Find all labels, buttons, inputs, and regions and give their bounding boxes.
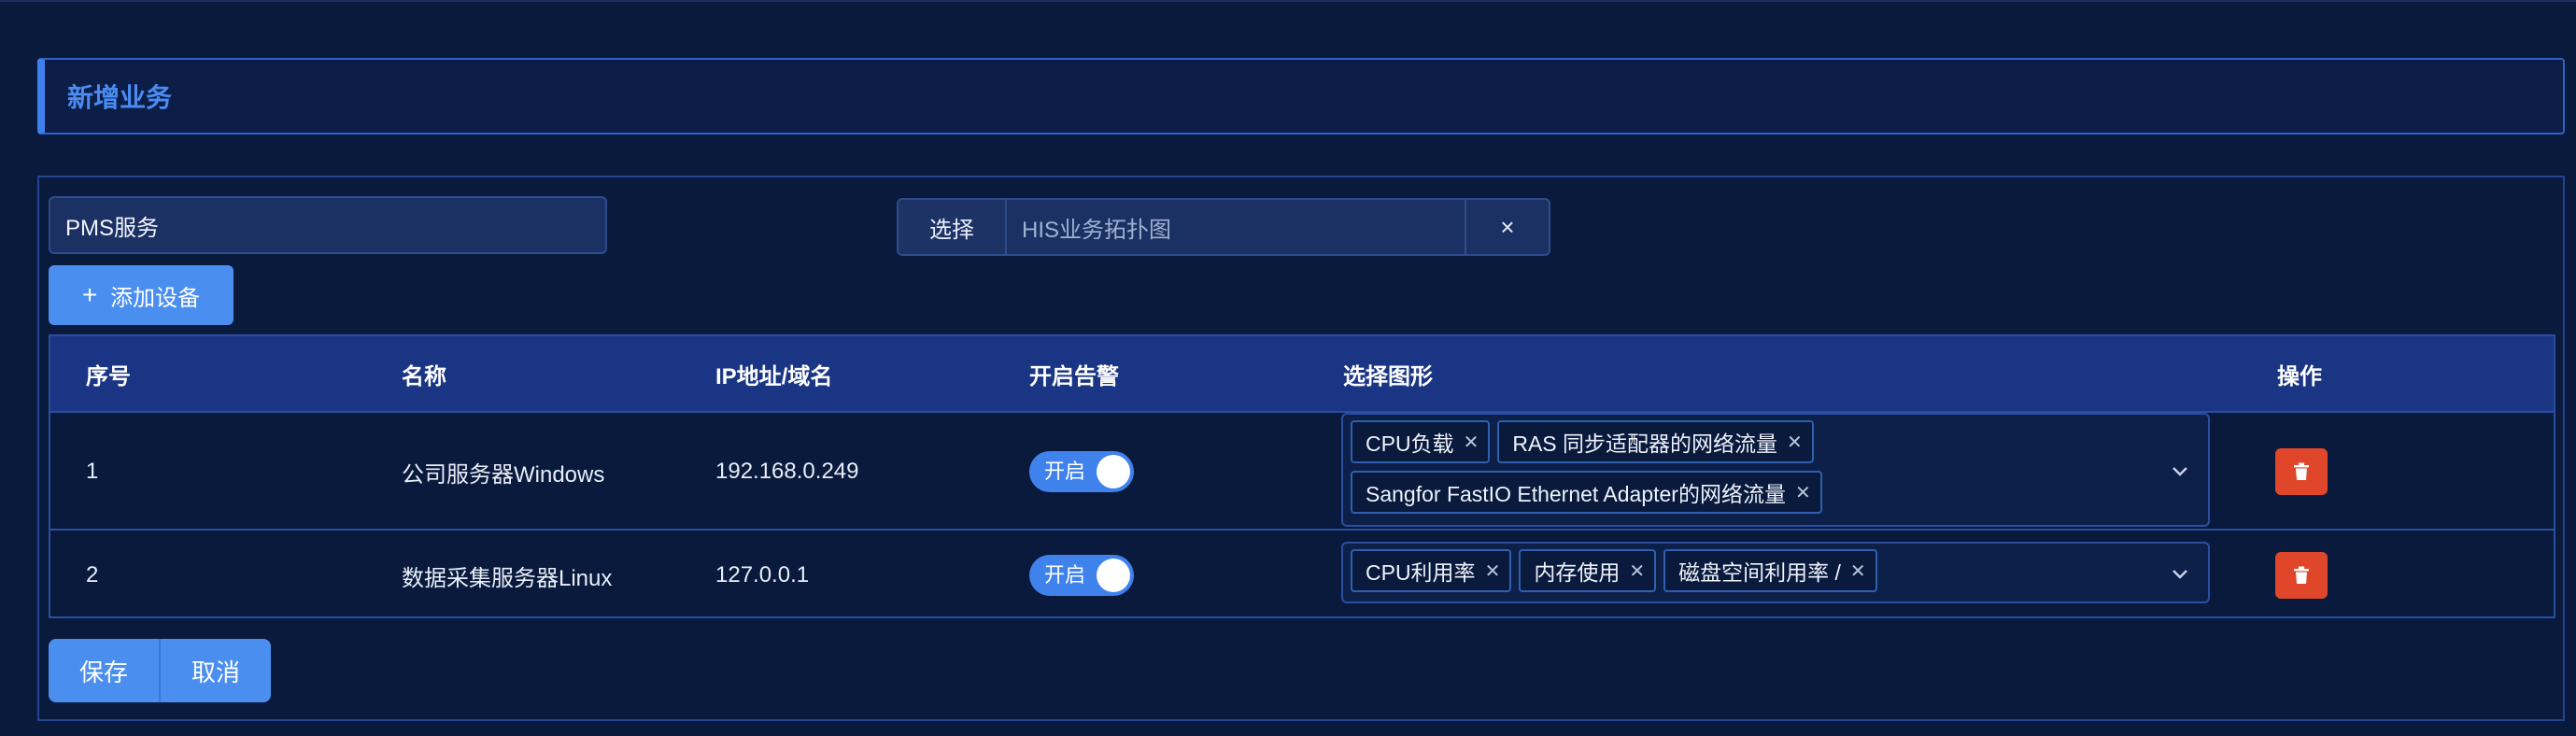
device-table: 序号 名称 IP地址/域名 开启告警 选择图形 操作 1 公司服务器Window… bbox=[49, 334, 2555, 618]
row-name: 公司服务器Windows bbox=[402, 461, 605, 488]
row-ip: 127.0.0.1 bbox=[715, 562, 810, 587]
column-header-alarm: 开启告警 bbox=[1029, 363, 1119, 389]
tag-remove-icon[interactable]: ✕ bbox=[1795, 481, 1811, 504]
graph-tag-label: Sangfor FastIO Ethernet Adapter的网络流量 bbox=[1366, 482, 1786, 506]
topology-picker: 选择 HIS业务拓扑图 × bbox=[897, 198, 1550, 256]
delete-button[interactable] bbox=[2275, 448, 2328, 495]
alarm-switch-knob bbox=[1097, 455, 1130, 488]
row-ip: 192.168.0.249 bbox=[715, 459, 859, 484]
tag-remove-icon[interactable]: ✕ bbox=[1850, 559, 1866, 583]
table-row: 2 数据采集服务器Linux 127.0.0.1 开启 CPU利用率 ✕ 内存使… bbox=[50, 529, 2554, 620]
top-border bbox=[0, 0, 2576, 2]
graph-multiselect[interactable]: CPU负载 ✕ RAS 同步适配器的网络流量 ✕ Sangfor FastIO … bbox=[1341, 413, 2210, 527]
graph-tag: CPU负载 ✕ bbox=[1351, 420, 1491, 463]
column-header-actions: 操作 bbox=[2277, 363, 2322, 389]
graph-tag-label: 磁盘空间利用率 / bbox=[1678, 560, 1841, 585]
topology-value: HIS业务拓扑图 bbox=[1022, 217, 1172, 243]
row-name: 数据采集服务器Linux bbox=[402, 565, 613, 591]
column-header-graphs: 选择图形 bbox=[1343, 363, 1433, 389]
topology-select-button[interactable]: 选择 bbox=[899, 200, 1007, 254]
graph-tag: 磁盘空间利用率 / ✕ bbox=[1663, 549, 1877, 592]
page-title: 新增业务 bbox=[67, 83, 173, 112]
graph-tag-label: RAS 同步适配器的网络流量 bbox=[1512, 432, 1778, 456]
delete-button[interactable] bbox=[2275, 552, 2328, 599]
tag-remove-icon[interactable]: ✕ bbox=[1485, 559, 1501, 583]
graph-tag: Sangfor FastIO Ethernet Adapter的网络流量 ✕ bbox=[1351, 471, 1822, 514]
graph-multiselect[interactable]: CPU利用率 ✕ 内存使用 ✕ 磁盘空间利用率 / ✕ bbox=[1341, 542, 2210, 603]
cancel-button[interactable]: 取消 bbox=[159, 639, 271, 702]
alarm-switch-label: 开启 bbox=[1044, 460, 1086, 483]
column-header-index: 序号 bbox=[86, 363, 131, 389]
column-header-name: 名称 bbox=[402, 363, 446, 389]
alarm-switch-knob bbox=[1097, 559, 1130, 592]
graph-tag: 内存使用 ✕ bbox=[1519, 549, 1657, 592]
row-index: 2 bbox=[86, 562, 99, 587]
chevron-down-icon[interactable] bbox=[2171, 564, 2189, 583]
row-index: 1 bbox=[86, 459, 99, 484]
trash-icon bbox=[2294, 566, 2309, 584]
topology-clear-button[interactable]: × bbox=[1465, 200, 1549, 254]
alarm-switch-label: 开启 bbox=[1044, 563, 1086, 587]
add-device-button[interactable]: + 添加设备 bbox=[49, 265, 234, 325]
graph-tag-label: CPU负载 bbox=[1366, 432, 1454, 456]
add-device-label: 添加设备 bbox=[110, 285, 201, 311]
column-header-ip: IP地址/域名 bbox=[715, 363, 833, 389]
footer-actions: 保存 取消 bbox=[49, 639, 271, 702]
tag-remove-icon[interactable]: ✕ bbox=[1629, 559, 1645, 583]
chevron-down-icon[interactable] bbox=[2171, 461, 2189, 480]
graph-tag: CPU利用率 ✕ bbox=[1351, 549, 1512, 592]
graph-tag-label: CPU利用率 bbox=[1366, 560, 1476, 585]
plus-icon: + bbox=[81, 280, 98, 309]
alarm-switch[interactable]: 开启 bbox=[1029, 451, 1134, 492]
trash-icon bbox=[2294, 462, 2309, 480]
graph-tag: RAS 同步适配器的网络流量 ✕ bbox=[1497, 420, 1814, 463]
tag-remove-icon[interactable]: ✕ bbox=[1464, 431, 1479, 454]
alarm-switch[interactable]: 开启 bbox=[1029, 555, 1134, 596]
save-button[interactable]: 保存 bbox=[49, 639, 159, 702]
graph-tag-label: 内存使用 bbox=[1534, 560, 1621, 585]
business-name-input[interactable] bbox=[49, 196, 607, 254]
table-header: 序号 名称 IP地址/域名 开启告警 选择图形 操作 bbox=[50, 336, 2554, 411]
page-header: 新增业务 bbox=[37, 58, 2565, 134]
tag-remove-icon[interactable]: ✕ bbox=[1787, 431, 1803, 454]
table-row: 1 公司服务器Windows 192.168.0.249 开启 CPU负载 ✕ … bbox=[50, 411, 2554, 531]
